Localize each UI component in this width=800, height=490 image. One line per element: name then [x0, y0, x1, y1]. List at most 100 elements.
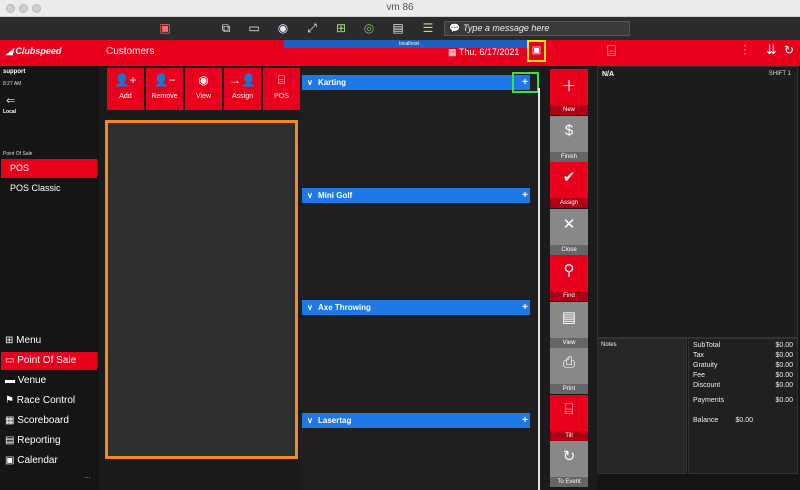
- category-lasertag[interactable]: ∨ Lasertag +: [302, 413, 530, 428]
- settings-sliders-icon[interactable]: ☰: [420, 21, 436, 36]
- screen-icon[interactable]: ▭: [246, 21, 262, 36]
- chat-message-placeholder: Type a message here: [463, 23, 550, 33]
- flag-icon: ⚑: [5, 395, 14, 406]
- category-mini-golf[interactable]: ∨ Mini Golf +: [302, 188, 530, 203]
- notes-area[interactable]: Notes: [597, 338, 687, 474]
- nav-reporting[interactable]: ▤ Reporting: [1, 432, 97, 450]
- date-text: Thu, 6/17/2021: [458, 47, 520, 57]
- cash-register-icon[interactable]: ⌸: [607, 43, 616, 60]
- fullscreen-icon[interactable]: ⤢: [304, 21, 320, 36]
- gratuity-row: Gratuity $0.00: [693, 362, 793, 369]
- current-date: ▦ Thu, 6/17/2021: [448, 47, 520, 57]
- clock-time: 8:27 AM: [3, 81, 22, 87]
- category-axe-throwing[interactable]: ∨ Axe Throwing +: [302, 300, 530, 315]
- record-icon[interactable]: ◎: [361, 21, 377, 36]
- nav-menu[interactable]: ⊞ Menu: [1, 332, 97, 350]
- karting-add-highlight[interactable]: [512, 72, 539, 93]
- calendar-button[interactable]: ▣: [527, 40, 546, 62]
- ticket-customer: N/A: [602, 71, 615, 78]
- tax-row: Tax $0.00: [693, 352, 793, 359]
- view-button[interactable]: ▤ View: [550, 302, 588, 348]
- add-customer-button[interactable]: 👤+ Add: [107, 68, 144, 110]
- monitor-icon[interactable]: ▣: [157, 21, 173, 36]
- chevron-down-icon: ∨: [307, 78, 313, 87]
- pos-customer-button[interactable]: ⌸ POS: [263, 68, 300, 110]
- payments-row: Payments $0.00: [693, 397, 793, 404]
- assign-customer-button[interactable]: →👤 Assign: [224, 68, 261, 110]
- assign-icon: ✔: [562, 169, 576, 186]
- calendar-icon: ▣: [5, 455, 15, 466]
- brand-logo: ◢ Clubspeed: [6, 46, 62, 56]
- refresh-icon[interactable]: ↻: [784, 43, 794, 57]
- ticket-panel: N/A SHIFT 1 Notes SubTotal $0.00 Tax $0.00…: [597, 66, 800, 490]
- search-icon: ⚲: [563, 262, 575, 279]
- product-categories: ∨ Karting + ∨ Mini Golf + ∨ Axe Throwing + ∨ La…: [300, 67, 540, 490]
- ticket-items[interactable]: N/A SHIFT 1: [597, 66, 798, 338]
- to-event-button[interactable]: ↻ To Event: [550, 441, 588, 487]
- more-icon[interactable]: ...: [84, 471, 91, 480]
- find-button[interactable]: ⚲ Find: [550, 255, 588, 301]
- eye-icon: ◉: [198, 73, 209, 87]
- shift-label: SHIFT 1: [768, 71, 791, 77]
- window-titlebar: vm 86: [0, 0, 800, 17]
- discount-row: Discount $0.00: [693, 382, 793, 389]
- plus-icon: ＋: [561, 78, 577, 95]
- file-icon[interactable]: ▤: [390, 21, 406, 36]
- till-button[interactable]: ⌸ Till: [550, 395, 588, 441]
- share-icon[interactable]: ⊞: [333, 21, 349, 36]
- left-sidebar: support 8:27 AM ⇐ Local Point Of Sale PO…: [0, 66, 99, 490]
- chat-message-input[interactable]: 💬 Type a message here: [444, 21, 630, 36]
- remote-toolbar: ▣ ⧉ ▭ ◉ ⤢ ⊞ ◎ ▤ ☰ 💬 Type a message here: [0, 17, 800, 40]
- app-header: ◢ Clubspeed Customers localhost ▦ Thu, 6…: [0, 40, 800, 66]
- register-icon: ⌸: [277, 73, 286, 87]
- finish-button[interactable]: $ Finish: [550, 116, 588, 162]
- refresh-icon: ↻: [562, 448, 576, 465]
- ticket-actions: ＋ New $ Finish ✔ Assign ✕ Close ⚲ Find ▤ View …: [548, 69, 590, 490]
- printer-icon: ⎙: [562, 354, 575, 371]
- pos-icon: ▭: [5, 355, 15, 366]
- food-icon[interactable]: ⫶: [743, 42, 747, 59]
- location-label: Local: [3, 109, 17, 115]
- new-button[interactable]: ＋ New: [550, 69, 588, 115]
- add-user-icon: 👤+: [114, 73, 137, 87]
- brand-name: Clubspeed: [15, 46, 62, 56]
- sidebar-item-pos[interactable]: POS: [1, 159, 97, 178]
- chevron-double-down-icon[interactable]: ⇊: [766, 42, 777, 58]
- sidebar-item-pos-classic[interactable]: POS Classic: [1, 179, 97, 198]
- print-button[interactable]: ⎙ Print: [550, 348, 588, 394]
- user-name: support: [3, 69, 26, 75]
- window-title: vm 86: [386, 2, 414, 13]
- balance-row: Balance $0.00: [693, 417, 753, 424]
- remove-user-icon: 👤−: [153, 73, 176, 87]
- remove-customer-button[interactable]: 👤− Remove: [146, 68, 183, 110]
- category-karting[interactable]: ∨ Karting +: [302, 75, 530, 90]
- dollar-icon: $: [564, 122, 574, 139]
- view-customer-button[interactable]: ◉ View: [185, 68, 222, 110]
- scrollbar[interactable]: [538, 88, 540, 490]
- assign-button[interactable]: ✔ Assign: [550, 162, 588, 208]
- logout-icon[interactable]: ⇐: [6, 94, 15, 107]
- chevron-down-icon: ∨: [307, 303, 313, 312]
- customer-list-panel[interactable]: [105, 120, 298, 459]
- chat-icon: 💬: [449, 23, 461, 33]
- nav-scoreboard[interactable]: ▦ Scoreboard: [1, 412, 97, 430]
- nav-calendar[interactable]: ▣ Calendar: [1, 452, 97, 470]
- eye-icon[interactable]: ◉: [275, 21, 291, 36]
- displays-icon[interactable]: ⧉: [218, 21, 234, 36]
- nav-race-control[interactable]: ⚑ Race Control: [1, 392, 97, 410]
- close-button[interactable]: ✕ Close: [550, 209, 588, 255]
- pos-section-header: Point Of Sale: [3, 151, 33, 157]
- register-icon: ⌸: [564, 401, 574, 418]
- nav-venue[interactable]: ▬ Venue: [1, 372, 97, 390]
- totals-area: SubTotal $0.00 Tax $0.00 Gratuity $0.00 Fee…: [688, 338, 798, 474]
- fee-row: Fee $0.00: [693, 372, 793, 379]
- grid-icon: ⊞: [5, 335, 14, 346]
- nav-point-of-sale[interactable]: ▭ Point Of Sale: [1, 352, 97, 370]
- chevron-down-icon: ∨: [307, 191, 313, 200]
- scoreboard-icon: ▦: [5, 415, 15, 426]
- document-icon: ▤: [561, 309, 577, 326]
- remote-session-title: localhost: [399, 41, 419, 47]
- subtotal-row: SubTotal $0.00: [693, 342, 793, 349]
- venue-icon: ▬: [5, 375, 15, 386]
- add-icon: +: [522, 415, 528, 426]
